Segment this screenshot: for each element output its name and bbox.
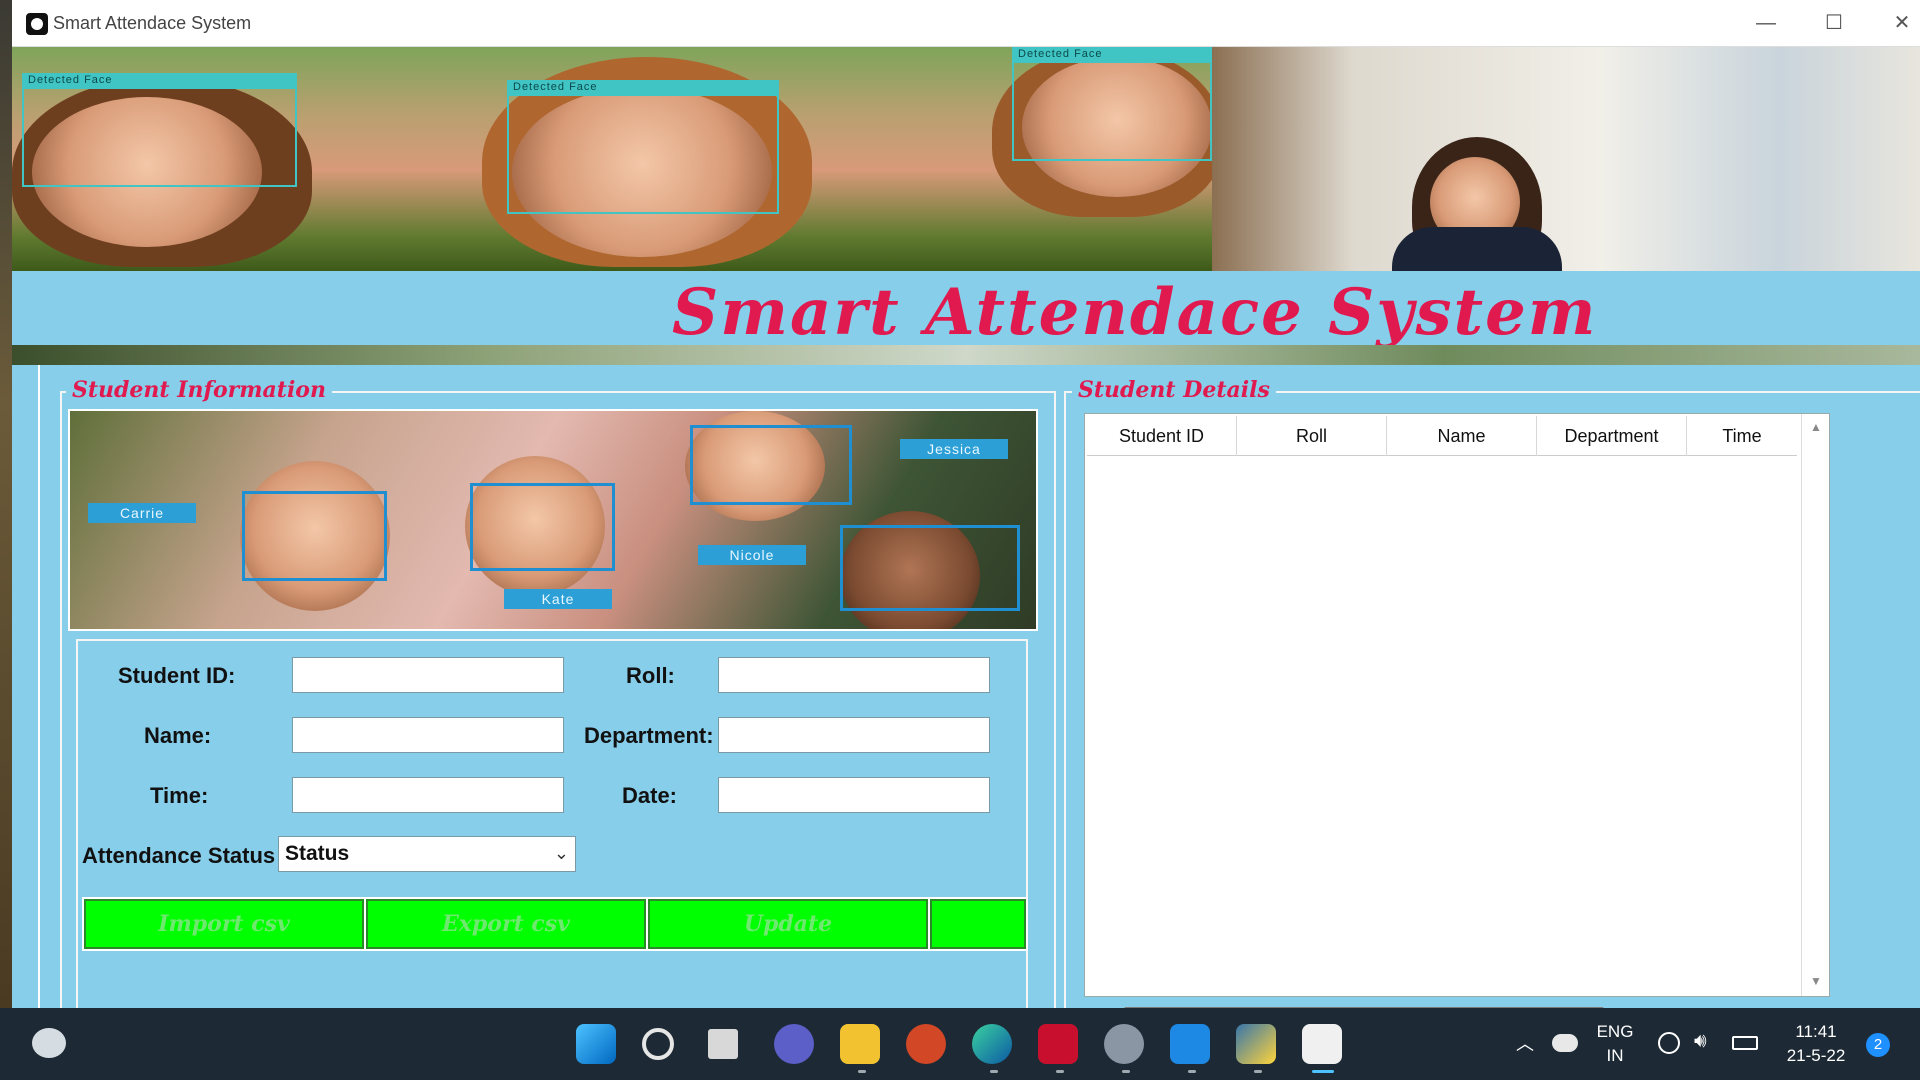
running-indicator xyxy=(1056,1070,1064,1073)
name-tag-kate: Kate xyxy=(504,589,612,609)
column-department[interactable]: Department xyxy=(1537,416,1687,456)
maximize-button[interactable]: ☐ xyxy=(1814,8,1854,38)
vscode-icon[interactable] xyxy=(1170,1024,1210,1064)
settings-icon[interactable] xyxy=(1104,1024,1144,1064)
decorative-strip xyxy=(12,345,1920,365)
extra-button[interactable] xyxy=(930,899,1026,949)
scroll-down-icon[interactable]: ▼ xyxy=(1810,974,1822,988)
button-row: Import csv Export csv Update xyxy=(82,897,1028,951)
chevron-up-icon[interactable]: ︿ xyxy=(1516,1030,1534,1056)
detected-face-box xyxy=(1012,61,1212,161)
column-roll[interactable]: Roll xyxy=(1237,416,1387,456)
student-details-table[interactable]: Student ID Roll Name Department Time ▲ ▼ xyxy=(1084,413,1830,997)
minimize-button[interactable]: — xyxy=(1746,8,1786,38)
name-tag-nicole: Nicole xyxy=(698,545,806,565)
roll-input[interactable] xyxy=(718,657,990,693)
column-time[interactable]: Time xyxy=(1687,416,1797,456)
main-content: Student Information Carrie Kate Nicole J… xyxy=(38,365,1920,1008)
student-information-panel: Student Information Carrie Kate Nicole J… xyxy=(60,377,1056,1008)
running-indicator xyxy=(858,1070,866,1073)
name-tag-jessica: Jessica xyxy=(900,439,1008,459)
network-icon[interactable] xyxy=(1658,1032,1680,1054)
close-button[interactable]: ✕ xyxy=(1882,8,1920,38)
powerpoint-icon[interactable] xyxy=(906,1024,946,1064)
detected-face-box xyxy=(22,87,297,187)
app-window: Smart Attendace System — ☐ ✕ Detected Fa… xyxy=(12,0,1920,1008)
task-view-icon[interactable] xyxy=(708,1029,738,1059)
column-student-id[interactable]: Student ID xyxy=(1087,416,1237,456)
weather-icon[interactable] xyxy=(32,1028,66,1058)
volume-icon[interactable]: 🔊︎ xyxy=(1694,1030,1707,1053)
face-box xyxy=(690,425,852,505)
shirt-shape xyxy=(1392,227,1562,271)
face-box xyxy=(840,525,1020,611)
student-id-label: Student ID: xyxy=(118,663,236,688)
column-name[interactable]: Name xyxy=(1387,416,1537,456)
student-details-legend: Student Details xyxy=(1072,377,1276,403)
notification-badge[interactable]: 2 xyxy=(1866,1033,1890,1057)
active-indicator xyxy=(1312,1070,1334,1073)
running-indicator xyxy=(990,1070,998,1073)
taskbar: ︿ ENG IN 🔊︎ 11:41 21-5-22 xyxy=(0,1008,1920,1080)
department-input[interactable] xyxy=(718,717,990,753)
title-bar: Smart Attendace System — ☐ ✕ xyxy=(12,0,1920,47)
clock-date[interactable]: 21-5-22 xyxy=(1786,1046,1846,1066)
detected-face-label: Detected Face xyxy=(1012,47,1212,61)
name-input[interactable] xyxy=(292,717,564,753)
banner-classroom-image xyxy=(1212,47,1920,271)
student-form: Student ID: Roll: Name: Department: Time… xyxy=(76,639,1028,1008)
student-id-input[interactable] xyxy=(292,657,564,693)
department-label: Department: xyxy=(584,723,714,748)
horizontal-scrollbar[interactable] xyxy=(1084,999,1830,1008)
attendance-status-value: Status xyxy=(285,842,350,865)
wps-icon[interactable] xyxy=(1038,1024,1078,1064)
vertical-scrollbar[interactable]: ▲ ▼ xyxy=(1801,414,1829,996)
python-icon[interactable] xyxy=(1236,1024,1276,1064)
header-banner: Detected Face Detected Face Detected Fac… xyxy=(12,47,1920,271)
roll-label: Roll: xyxy=(626,663,675,688)
detected-face-box xyxy=(507,94,779,214)
file-explorer-icon[interactable] xyxy=(840,1024,880,1064)
running-indicator xyxy=(1254,1070,1262,1073)
chat-icon[interactable] xyxy=(774,1024,814,1064)
start-icon[interactable] xyxy=(576,1024,616,1064)
student-details-panel: Student Details Student ID Roll Name Dep… xyxy=(1064,377,1920,1008)
search-icon[interactable] xyxy=(642,1028,674,1060)
student-faces-image: Carrie Kate Nicole Jessica xyxy=(68,409,1038,631)
region-indicator[interactable]: IN xyxy=(1594,1046,1636,1066)
onedrive-icon[interactable] xyxy=(1552,1034,1578,1052)
name-tag-carrie: Carrie xyxy=(88,503,196,523)
table-header: Student ID Roll Name Department Time xyxy=(1087,416,1797,456)
running-indicator xyxy=(1122,1070,1130,1073)
desktop: Smart Attendace System — ☐ ✕ Detected Fa… xyxy=(0,0,1920,1080)
export-csv-button[interactable]: Export csv xyxy=(366,899,646,949)
battery-icon[interactable] xyxy=(1732,1036,1758,1050)
detected-face-label: Detected Face xyxy=(507,80,779,94)
title-band: Smart Attendace System xyxy=(12,271,1920,350)
main-title: Smart Attendace System xyxy=(672,275,1598,350)
attendance-status-dropdown[interactable]: Status ⌄ xyxy=(278,836,576,872)
face-box xyxy=(242,491,387,581)
active-app-icon[interactable] xyxy=(1302,1024,1342,1064)
date-input[interactable] xyxy=(718,777,990,813)
face-box xyxy=(470,483,615,571)
running-indicator xyxy=(1188,1070,1196,1073)
detected-face-label: Detected Face xyxy=(22,73,297,87)
time-input[interactable] xyxy=(292,777,564,813)
update-button[interactable]: Update xyxy=(648,899,928,949)
chevron-down-icon[interactable]: ⌄ xyxy=(554,843,569,864)
edge-icon[interactable] xyxy=(972,1024,1012,1064)
attendance-status-label: Attendance Status xyxy=(82,843,276,868)
app-icon xyxy=(26,13,48,35)
banner-face-detection-image: Detected Face Detected Face Detected Fac… xyxy=(12,47,1222,271)
import-csv-button[interactable]: Import csv xyxy=(84,899,364,949)
scroll-up-icon[interactable]: ▲ xyxy=(1810,420,1822,434)
window-title: Smart Attendace System xyxy=(53,13,252,33)
clock-time[interactable]: 11:41 xyxy=(1786,1022,1846,1042)
date-label: Date: xyxy=(622,783,678,808)
name-label: Name: xyxy=(144,723,212,748)
time-label: Time: xyxy=(150,783,209,808)
student-information-legend: Student Information xyxy=(66,377,332,403)
language-indicator[interactable]: ENG xyxy=(1594,1022,1636,1042)
